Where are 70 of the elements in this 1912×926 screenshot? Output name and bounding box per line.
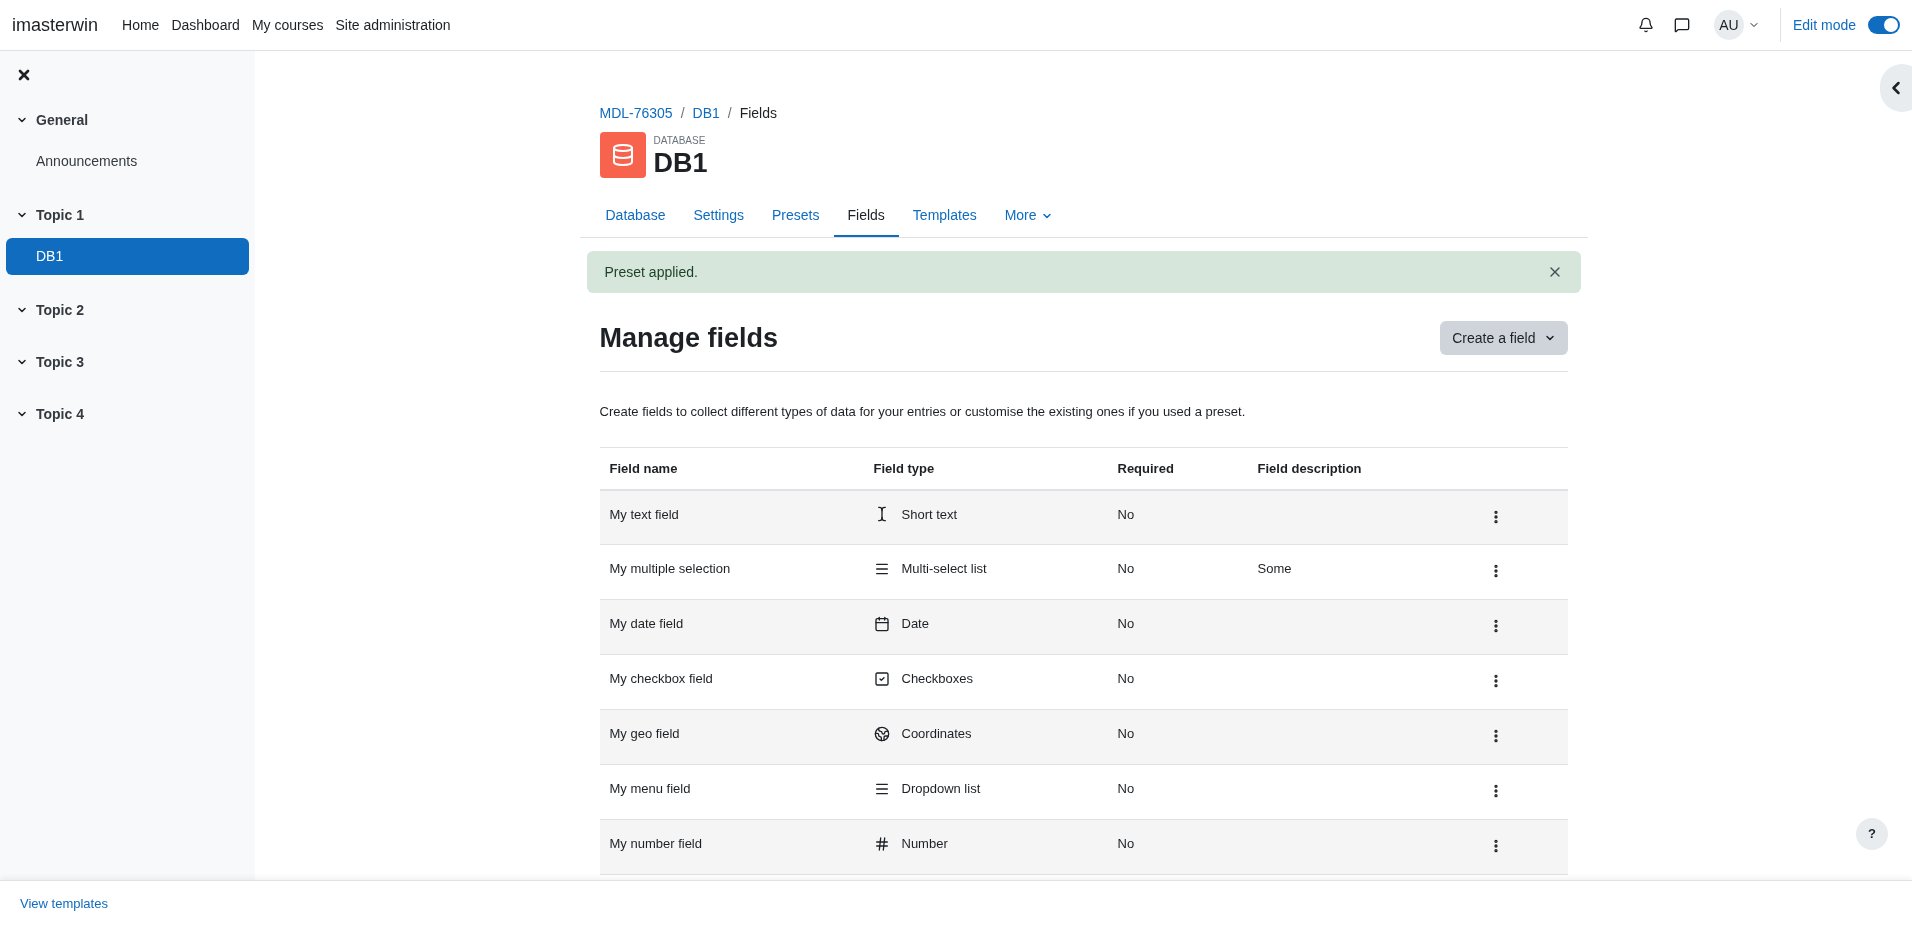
user-avatar: AU	[1713, 10, 1744, 40]
checkbox-icon	[873, 670, 890, 687]
nav-link[interactable]: Site administration	[335, 14, 451, 36]
table-cell: No	[1117, 561, 1135, 576]
table-cell: My menu field	[609, 781, 691, 796]
table-cell: My multiple selection	[609, 561, 731, 576]
page-heading: Manage fields	[599, 322, 779, 355]
drawer-toggle-button[interactable]	[1880, 64, 1912, 112]
table-cell: No	[1117, 506, 1135, 522]
calendar-icon	[873, 615, 890, 632]
section-title[interactable]: Topic 1	[36, 204, 84, 226]
intro-text: Create fields to collect different types of data for your entries or customise the existing ones if you used a preset.	[599, 402, 1247, 421]
table-cell: My number field	[609, 836, 702, 851]
site-name[interactable]: imasterwin	[12, 11, 99, 39]
table-cell: No	[1117, 726, 1135, 741]
nav-tab[interactable]: Settings	[679, 196, 759, 237]
table-cell: No	[1117, 616, 1135, 631]
activity-type: DATABASE	[653, 133, 707, 148]
table-cell: No	[1117, 836, 1135, 851]
create-field-button[interactable]: Create a field	[1440, 321, 1568, 356]
view-templates-link[interactable]: View templates	[20, 893, 108, 914]
table-cell-text: Coordinates	[901, 725, 972, 743]
course-item[interactable]: DB1	[6, 238, 249, 275]
alert-message: Preset applied.	[604, 262, 698, 282]
user-menu-button[interactable]: AU	[1713, 10, 1760, 40]
edit-mode-label: Edit mode	[1792, 15, 1856, 35]
table-cell: My checkbox field	[609, 671, 713, 686]
nav-link[interactable]: Home	[122, 14, 160, 36]
table-cell-text: Dropdown list	[901, 780, 981, 798]
nav-link[interactable]: My courses	[251, 14, 324, 36]
table-cell-text: Checkboxes	[901, 670, 974, 688]
table-cell-text: Number	[901, 835, 948, 853]
column-header: Field type	[873, 460, 935, 476]
edit-mode-toggle[interactable]	[1868, 16, 1900, 34]
breadcrumb-separator: /	[680, 104, 685, 123]
section-title[interactable]: Topic 4	[36, 403, 84, 425]
nav-tab[interactable]: Templates	[898, 196, 991, 237]
course-item[interactable]: Announcements	[6, 143, 249, 180]
table-cell-text: Multi-select list	[901, 560, 987, 578]
notifications-icon[interactable]	[1637, 17, 1654, 33]
nav-link[interactable]: Dashboard	[171, 14, 240, 36]
table-cell: Some	[1257, 561, 1292, 576]
breadcrumb-link[interactable]: DB1	[692, 103, 720, 124]
table-cell: No	[1117, 781, 1135, 796]
nav-tab[interactable]: More	[990, 196, 1067, 237]
current-page-label: Fields	[739, 104, 778, 123]
table-cell: My geo field	[609, 726, 680, 741]
table-cell: No	[1117, 671, 1135, 686]
close-icon[interactable]	[16, 67, 32, 83]
nav-tab[interactable]: Presets	[758, 196, 834, 237]
section-title[interactable]: Topic 2	[36, 299, 84, 321]
breadcrumb-separator: /	[727, 104, 732, 123]
hash-icon	[873, 835, 890, 852]
database-icon	[599, 132, 646, 178]
messages-icon[interactable]	[1673, 17, 1690, 33]
globe-icon	[873, 725, 890, 742]
column-header: Field name	[609, 460, 678, 476]
nav-tab[interactable]: Database	[591, 196, 680, 237]
column-header: Required	[1117, 460, 1174, 476]
nav-tab[interactable]: Fields	[833, 196, 899, 237]
table-cell-text: Short text	[901, 505, 958, 524]
column-header: Field description	[1257, 460, 1362, 476]
section-title[interactable]: General	[36, 109, 89, 131]
breadcrumb-link[interactable]: MDL-76305	[599, 103, 673, 124]
activity-title: DB1	[653, 147, 708, 178]
table-cell: My text field	[609, 506, 679, 522]
help-button[interactable]: ?	[1856, 818, 1888, 850]
table-cell-text: Date	[901, 615, 929, 633]
section-title[interactable]: Topic 3	[36, 351, 84, 373]
table-cell: My date field	[609, 616, 684, 631]
